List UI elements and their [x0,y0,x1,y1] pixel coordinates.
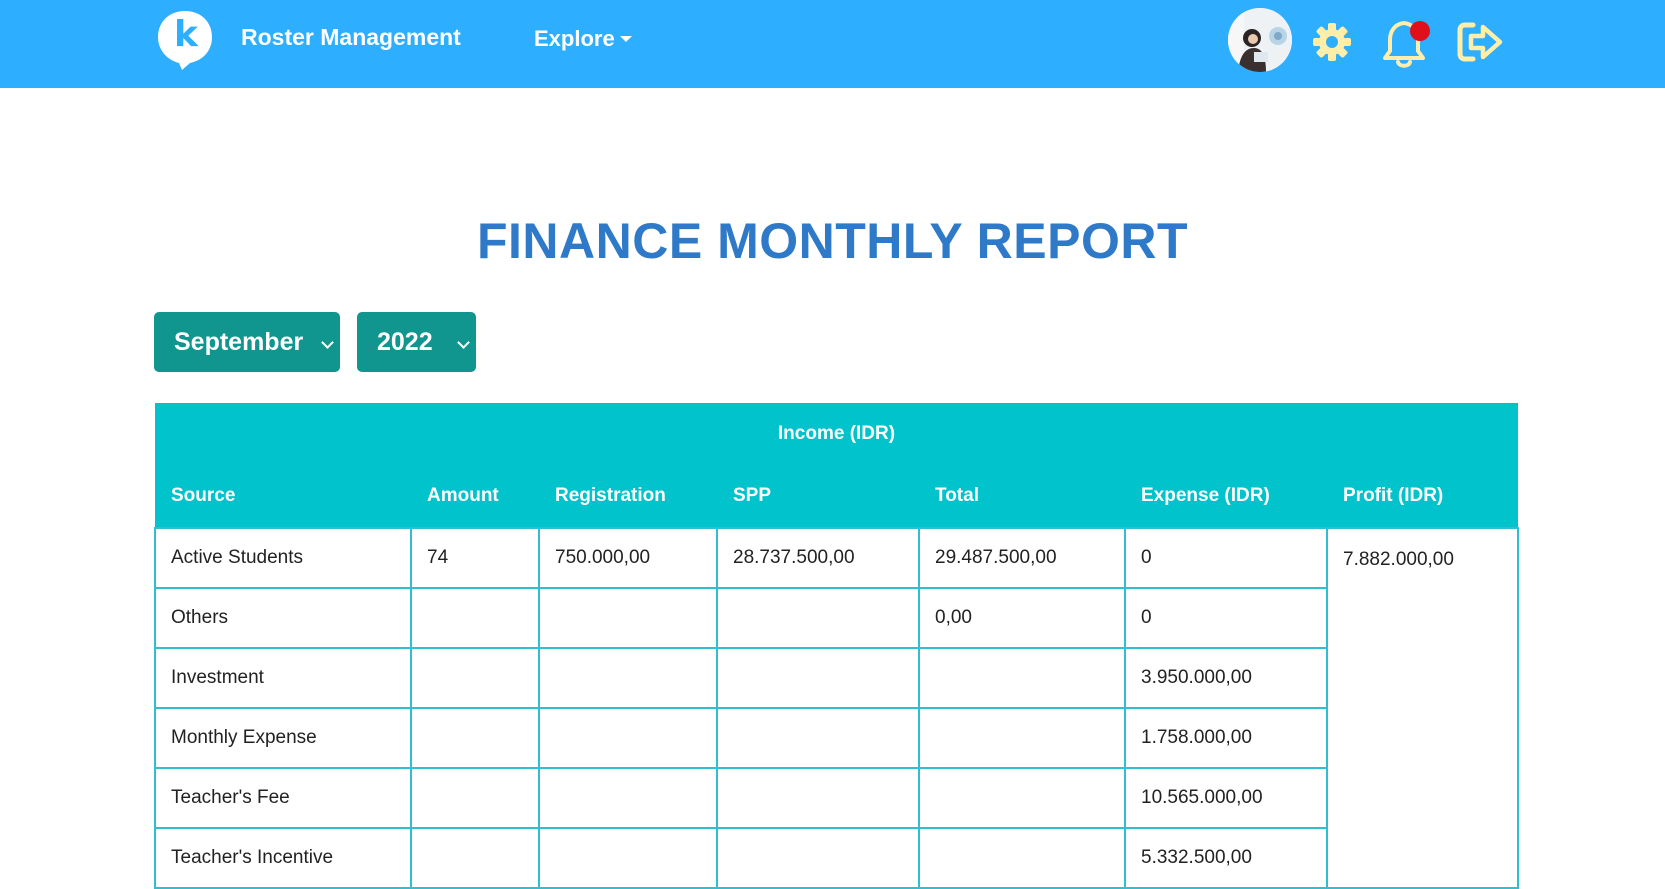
column-header-total: Total [919,465,1125,528]
cell-profit: 7.882.000,00 [1326,527,1519,889]
logout-icon[interactable] [1456,20,1504,64]
cell-expense: 1.758.000,00 [1124,707,1328,769]
cell-total: 29.487.500,00 [918,527,1126,589]
cell-total: 0,00 [918,587,1126,649]
month-select[interactable]: September [154,312,340,372]
finance-report-table: Income (IDR) Source Amount Registration … [154,403,1519,889]
brand-letter: k [174,14,198,55]
cell-amount: 74 [410,527,540,589]
month-select-value: September [174,328,304,356]
cell-registration [538,827,718,889]
cell-source: Teacher's Fee [154,767,412,829]
cell-spp [716,647,920,709]
cell-registration [538,707,718,769]
table-row: Active Students 74 750.000,00 28.737.500… [154,527,1519,889]
column-header-profit: Profit (IDR) [1327,465,1518,528]
cell-registration [538,647,718,709]
chevron-down-icon [321,336,334,349]
avatar-image [1228,8,1292,72]
cell-spp [716,707,920,769]
cell-amount [410,647,540,709]
cell-total [918,767,1126,829]
cell-source: Active Students [154,527,412,589]
column-header-source: Source [155,465,411,528]
table-group-header-row: Income (IDR) [155,403,1518,465]
cell-total [918,707,1126,769]
cell-total [918,647,1126,709]
cell-total [918,827,1126,889]
cell-registration [538,767,718,829]
income-group-header: Income (IDR) [155,403,1518,465]
cell-expense: 0 [1124,527,1328,589]
caret-down-icon [619,35,632,42]
cell-registration [538,587,718,649]
cell-spp: 28.737.500,00 [716,527,920,589]
column-header-expense: Expense (IDR) [1125,465,1327,528]
cell-expense: 5.332.500,00 [1124,827,1328,889]
brand-name[interactable]: Roster Management [241,22,461,52]
table-row: Monthly Expense 1.758.000,00 [154,707,1518,769]
cell-spp [716,587,920,649]
year-select[interactable]: 2022 [357,312,476,372]
bell-icon[interactable] [1382,16,1434,70]
cell-spp [716,827,920,889]
cell-amount [410,827,540,889]
cell-expense: 0 [1124,587,1328,649]
column-header-registration: Registration [539,465,717,528]
cell-source: Teacher's Incentive [154,827,412,889]
avatar[interactable] [1228,8,1292,72]
notification-dot [1410,21,1430,41]
explore-label: Explore [534,26,615,51]
table-row: Others 0,00 0 [154,587,1518,649]
table-row: Investment 3.950.000,00 [154,647,1518,709]
top-navbar: k Roster Management Explore [0,0,1665,88]
table-row: Teacher's Incentive 5.332.500,00 [154,827,1518,889]
cell-registration: 750.000,00 [538,527,718,589]
page-title: FINANCE MONTHLY REPORT [476,213,1189,269]
cell-amount [410,587,540,649]
cell-spp [716,767,920,829]
table-header-row: Source Amount Registration SPP Total Exp… [155,465,1518,528]
explore-dropdown[interactable]: Explore [534,24,632,54]
cell-source: Investment [154,647,412,709]
cell-amount [410,767,540,829]
column-header-amount: Amount [411,465,539,528]
cell-source: Monthly Expense [154,707,412,769]
gear-icon[interactable] [1310,20,1354,64]
chevron-down-icon [457,336,470,349]
cell-source: Others [154,587,412,649]
cell-expense: 3.950.000,00 [1124,647,1328,709]
cell-expense: 10.565.000,00 [1124,767,1328,829]
table-row: Teacher's Fee 10.565.000,00 [154,767,1518,829]
column-header-spp: SPP [717,465,919,528]
cell-amount [410,707,540,769]
year-select-value: 2022 [377,328,433,356]
